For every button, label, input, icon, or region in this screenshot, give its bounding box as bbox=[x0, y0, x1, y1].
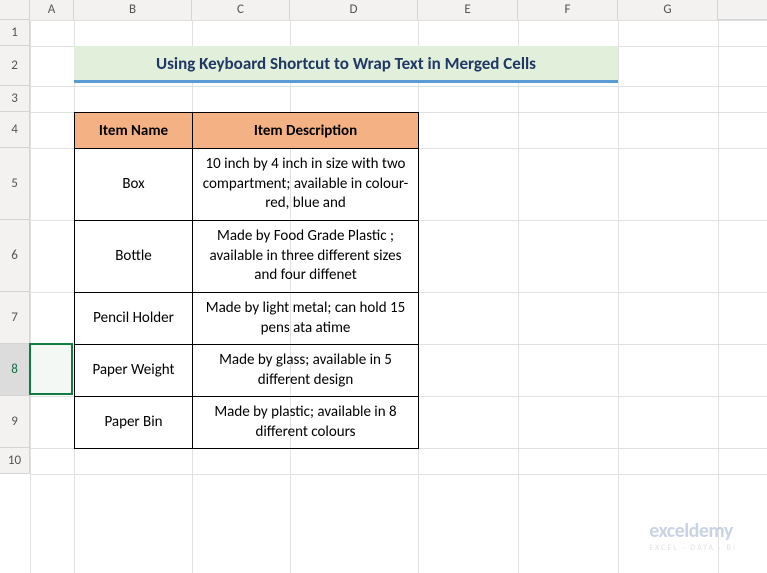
data-table: Item NameItem Description Box10 inch by … bbox=[74, 112, 419, 449]
col-header-B[interactable]: B bbox=[74, 0, 192, 20]
grid-area[interactable]: Using Keyboard Shortcut to Wrap Text in … bbox=[30, 20, 767, 573]
table-header-row: Item NameItem Description bbox=[75, 113, 419, 149]
item-name-cell[interactable]: Pencil Holder bbox=[75, 293, 193, 345]
row-header-9[interactable]: 9 bbox=[0, 396, 30, 448]
table-row: Box10 inch by 4 inch in size with two co… bbox=[75, 149, 419, 221]
item-name-cell[interactable]: Paper Bin bbox=[75, 397, 193, 449]
title-text: Using Keyboard Shortcut to Wrap Text in … bbox=[156, 53, 536, 74]
col-header-C[interactable]: C bbox=[192, 0, 290, 20]
row-header-5[interactable]: 5 bbox=[0, 148, 30, 220]
item-desc-cell[interactable]: Made by Food Grade Plastic ; available i… bbox=[193, 221, 419, 293]
select-all-corner[interactable] bbox=[0, 0, 30, 20]
row-header-6[interactable]: 6 bbox=[0, 220, 30, 292]
item-desc-cell[interactable]: Made by light metal; can hold 15 pens at… bbox=[193, 293, 419, 345]
item-name-cell[interactable]: Box bbox=[75, 149, 193, 221]
row-header-1[interactable]: 1 bbox=[0, 20, 30, 46]
table-row: BottleMade by Food Grade Plastic ; avail… bbox=[75, 221, 419, 293]
spreadsheet: ABCDEFG 12345678910 Using Keyboard Short… bbox=[0, 0, 767, 573]
row-header-2[interactable]: 2 bbox=[0, 46, 30, 86]
title-banner: Using Keyboard Shortcut to Wrap Text in … bbox=[74, 46, 618, 83]
col-header-F[interactable]: F bbox=[518, 0, 618, 20]
row-header-3[interactable]: 3 bbox=[0, 86, 30, 112]
table-header-cell[interactable]: Item Name bbox=[75, 113, 193, 149]
item-name-cell[interactable]: Bottle bbox=[75, 221, 193, 293]
watermark-sub: EXCEL · DATA · BI bbox=[649, 543, 737, 553]
row-header-8[interactable]: 8 bbox=[0, 344, 30, 396]
col-header-E[interactable]: E bbox=[418, 0, 518, 20]
col-header-D[interactable]: D bbox=[290, 0, 418, 20]
column-headers-row: ABCDEFG bbox=[0, 0, 767, 20]
row-header-4[interactable]: 4 bbox=[0, 112, 30, 148]
col-header-G[interactable]: G bbox=[618, 0, 718, 20]
table-row: Pencil HolderMade by light metal; can ho… bbox=[75, 293, 419, 345]
item-desc-cell[interactable]: 10 inch by 4 inch in size with two compa… bbox=[193, 149, 419, 221]
row-header-10[interactable]: 10 bbox=[0, 448, 30, 474]
table-row: Paper WeightMade by glass; available in … bbox=[75, 345, 419, 397]
row-headers-col: 12345678910 bbox=[0, 20, 30, 474]
table-row: Paper BinMade by plastic; available in 8… bbox=[75, 397, 419, 449]
watermark-title: exceldemy bbox=[649, 519, 737, 543]
row-header-7[interactable]: 7 bbox=[0, 292, 30, 344]
item-desc-cell[interactable]: Made by glass; available in 5 different … bbox=[193, 345, 419, 397]
watermark: exceldemy EXCEL · DATA · BI bbox=[649, 519, 737, 553]
col-header-A[interactable]: A bbox=[30, 0, 74, 20]
table-header-cell[interactable]: Item Description bbox=[193, 113, 419, 149]
item-name-cell[interactable]: Paper Weight bbox=[75, 345, 193, 397]
item-desc-cell[interactable]: Made by plastic; available in 8 differen… bbox=[193, 397, 419, 449]
